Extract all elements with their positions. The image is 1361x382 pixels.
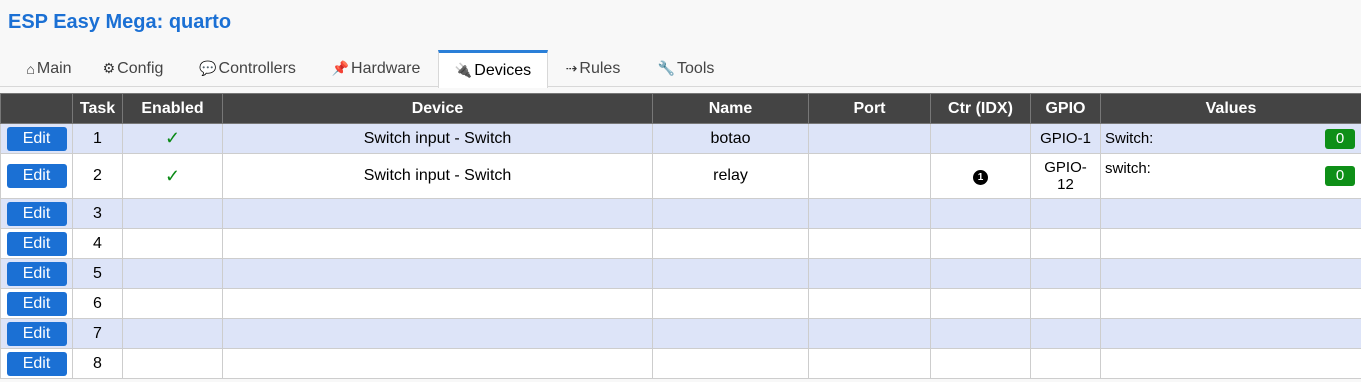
gpio-cell: GPIO-1 <box>1030 123 1101 154</box>
name-cell: botao <box>652 123 809 154</box>
enabled-check-icon: ✓ <box>164 128 181 148</box>
name-cell: relay <box>652 153 809 199</box>
tab-label: Controllers <box>218 59 296 77</box>
task-number: 2 <box>72 153 123 199</box>
values-cell: Switch: 0 <box>1100 123 1361 154</box>
value-label: Switch: <box>1105 130 1154 147</box>
edit-button[interactable]: Edit <box>6 291 67 316</box>
tab-hardware[interactable]: 📌 Hardware <box>322 50 430 87</box>
tab-label: Main <box>36 59 72 77</box>
arrow-right-icon: ⇢ <box>565 60 578 76</box>
device-cell: Switch input - Switch <box>222 123 653 154</box>
header-ctr: Ctr (IDX) <box>930 93 1031 124</box>
edit-button[interactable]: Edit <box>6 164 67 188</box>
gpio-cell: GPIO- 12 <box>1030 153 1101 199</box>
values-cell: switch: 0 <box>1100 153 1361 199</box>
tab-devices[interactable]: 🔌 Devices <box>438 50 548 88</box>
task-number: 7 <box>72 318 123 349</box>
value-label: switch: <box>1105 160 1151 177</box>
enabled-check-icon: ✓ <box>164 165 181 186</box>
edit-button[interactable]: Edit <box>6 231 67 256</box>
task-number: 6 <box>72 288 123 319</box>
header-gpio: GPIO <box>1030 93 1101 124</box>
header-edit <box>0 93 73 124</box>
task-number: 4 <box>72 228 123 259</box>
tab-label: Devices <box>474 61 532 79</box>
tab-tools[interactable]: 🔧 Tools <box>648 50 724 87</box>
tab-label: Hardware <box>351 59 421 77</box>
table-header-row: Task Enabled Device Name Port Ctr (IDX) … <box>0 93 1361 124</box>
ctr-cell <box>930 123 1031 154</box>
edit-button[interactable]: Edit <box>6 351 67 376</box>
header-enabled: Enabled <box>122 93 223 124</box>
value-badge: 0 <box>1325 166 1355 186</box>
tab-rules[interactable]: ⇢ Rules <box>556 50 630 87</box>
tab-label: Tools <box>677 59 715 77</box>
tab-label: Rules <box>579 59 621 77</box>
task-number: 3 <box>72 198 123 229</box>
tab-controllers[interactable]: 💬 Controllers <box>190 50 305 87</box>
gear-icon: ⚙ <box>102 60 116 76</box>
port-cell <box>808 123 931 154</box>
port-cell <box>808 153 931 199</box>
table-row: Edit 6 <box>0 288 1361 319</box>
table-row: Edit 3 <box>0 198 1361 229</box>
ctr-cell: 1 <box>930 153 1031 199</box>
edit-button[interactable]: Edit <box>6 126 67 151</box>
header-device: Device <box>222 93 653 124</box>
tab-main[interactable]: ⌂ Main <box>14 50 84 87</box>
page-title: ESP Easy Mega: quarto <box>8 11 232 33</box>
header-name: Name <box>652 93 809 124</box>
plug-icon: 🔌 <box>454 62 473 78</box>
controller-one-icon: 1 <box>973 170 988 186</box>
header-task: Task <box>72 93 123 124</box>
task-number: 5 <box>72 258 123 289</box>
task-number: 8 <box>72 348 123 379</box>
home-icon: ⌂ <box>26 60 35 77</box>
device-cell: Switch input - Switch <box>222 153 653 199</box>
table-row: Edit 2 ✓ Switch input - Switch relay 1 G… <box>0 153 1361 199</box>
table-row: Edit 5 <box>0 258 1361 289</box>
pushpin-icon: 📌 <box>331 60 350 76</box>
tab-bar: ⌂ Main ⚙ Config 💬 Controllers 📌 Hardware… <box>0 50 1361 88</box>
value-badge: 0 <box>1325 128 1355 149</box>
edit-button[interactable]: Edit <box>6 201 67 226</box>
tab-label: Config <box>117 59 164 77</box>
edit-button[interactable]: Edit <box>6 321 67 346</box>
header-port: Port <box>808 93 931 124</box>
chat-icon: 💬 <box>199 60 217 76</box>
wrench-icon: 🔧 <box>657 60 676 76</box>
table-row: Edit 4 <box>0 228 1361 259</box>
tab-config[interactable]: ⚙ Config <box>94 50 172 87</box>
devices-table: Task Enabled Device Name Port Ctr (IDX) … <box>0 93 1361 379</box>
table-row: Edit 1 ✓ Switch input - Switch botao GPI… <box>0 123 1361 154</box>
header-values: Values <box>1100 93 1361 124</box>
edit-button[interactable]: Edit <box>6 261 67 286</box>
table-row: Edit 7 <box>0 318 1361 349</box>
table-row: Edit 8 <box>0 348 1361 379</box>
task-number: 1 <box>72 123 123 154</box>
